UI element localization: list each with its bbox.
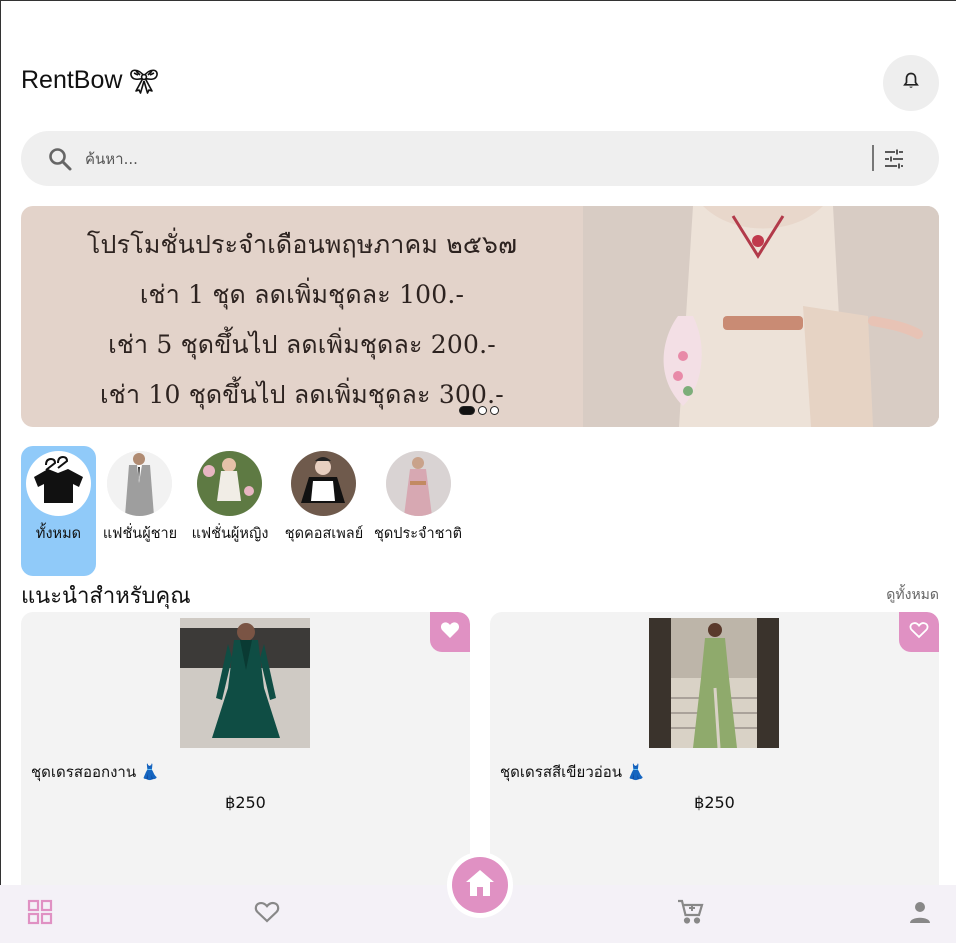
notification-button[interactable] [883,55,939,111]
promo-line: เช่า 1 ชุด ลดเพิ่มชุดละ 100.- [139,280,465,309]
grid-icon [27,899,53,929]
favorite-button[interactable] [430,612,470,652]
home-icon [465,869,495,901]
filter-sliders-icon[interactable] [883,148,905,170]
ribbon-bow-icon [128,65,160,95]
app-header: RentBow [21,55,939,111]
profile-icon [908,900,932,928]
brand-title: RentBow [21,65,123,94]
category-label: แฟชั่นผู้หญิง [191,526,269,542]
promo-line: โปรโมชั่นประจำเดือนพฤษภาคม ๒๕๖๗ [86,230,518,259]
carousel-dot[interactable] [478,406,487,415]
nav-favorites[interactable] [237,885,297,943]
search-input[interactable] [85,145,855,173]
favorite-button[interactable] [899,612,939,652]
cart-icon [677,899,705,929]
category-label: แฟชั่นผู้ชาย [102,526,178,542]
category-women[interactable]: แฟชั่นผู้หญิง [186,446,274,576]
carousel-dot[interactable] [459,406,475,415]
promo-model-image [583,206,939,427]
hangers-clothes-icon [26,451,91,516]
heart-icon [254,900,280,928]
see-all-link[interactable]: ดูทั้งหมด [886,584,939,606]
section-title: แนะนำสำหรับคุณ [21,584,191,609]
search-bar [21,131,939,186]
product-name: ชุดเดรสสีเขียวอ่อน 👗 [500,763,646,781]
carousel-dot[interactable] [490,406,499,415]
search-divider [872,145,874,171]
product-card[interactable]: ชุดเดรสสีเขียวอ่อน 👗 ฿250 [490,612,939,902]
category-men[interactable]: แฟชั่นผู้ชาย [101,446,179,576]
nav-profile[interactable] [890,885,950,943]
women-fashion-image [197,451,262,516]
category-all[interactable]: ทั้งหมด [21,446,96,576]
category-cosplay[interactable]: ชุดคอสเพลย์ [280,446,368,576]
product-image [649,618,779,748]
heart-outline-icon [909,621,929,643]
category-list: ทั้งหมด แฟชั่นผู้ชาย แฟชั่นผู้หญิง ชุดคอ… [21,446,939,576]
carousel-indicator [459,406,499,415]
nav-cart[interactable] [661,885,721,943]
search-icon[interactable] [47,146,73,172]
product-card[interactable]: ชุดเดรสออกงาน 👗 ฿250 [21,612,470,902]
category-label: ชุดประจำชาติ [374,526,463,542]
brand: RentBow [21,65,160,95]
product-price: ฿250 [225,793,266,812]
home-button[interactable] [452,857,508,913]
cosplay-image [291,451,356,516]
promo-line: เช่า 5 ชุดขึ้นไป ลดเพิ่มชุดละ 200.- [108,330,496,359]
category-label: ทั้งหมด [35,526,82,542]
national-costume-image [386,451,451,516]
category-label: ชุดคอสเพลย์ [284,526,364,542]
nav-categories[interactable] [10,885,70,943]
heart-filled-icon [440,621,460,643]
product-image [180,618,310,748]
category-national[interactable]: ชุดประจำชาติ [374,446,462,576]
promo-banner[interactable]: โปรโมชั่นประจำเดือนพฤษภาคม ๒๕๖๗ เช่า 1 ช… [21,206,939,427]
men-fashion-image [107,451,172,516]
product-price: ฿250 [694,793,735,812]
bell-icon [903,72,919,94]
product-name: ชุดเดรสออกงาน 👗 [31,763,160,781]
promo-text: โปรโมชั่นประจำเดือนพฤษภาคม ๒๕๖๗ เช่า 1 ช… [21,220,583,420]
